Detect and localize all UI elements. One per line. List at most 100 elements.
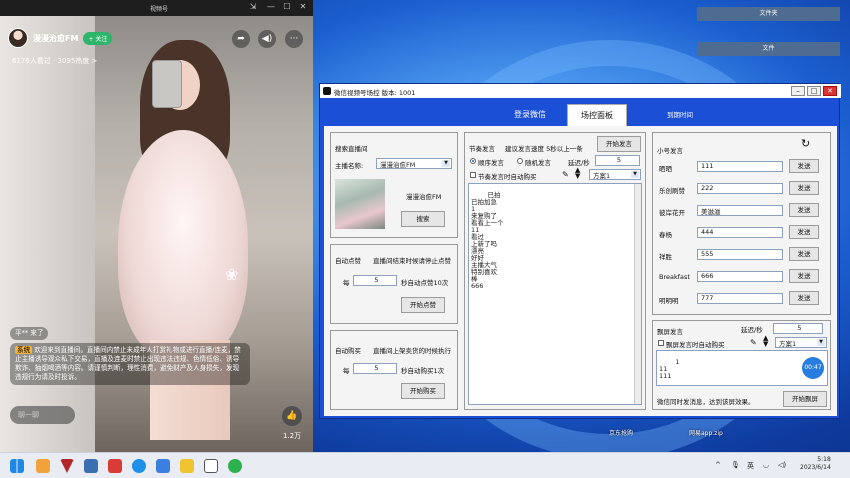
reorder-icon[interactable]: ▲ ▼: [575, 167, 580, 180]
reorder-icon[interactable]: ▲ ▼: [763, 335, 768, 348]
tool-close-button[interactable]: ✕: [823, 86, 837, 96]
danmu-delay-input[interactable]: 5: [773, 323, 823, 334]
file-explorer-icon[interactable]: [36, 459, 50, 473]
account-message-input[interactable]: 111: [697, 161, 783, 172]
like-icon[interactable]: 👍: [282, 406, 302, 426]
tool-maximize-button[interactable]: □: [807, 86, 821, 96]
app-icon: [323, 87, 331, 95]
chat-notice-text: 欢迎来到直播间。直播间内禁止未成年人打赏礼物或进行直播/连麦，禁止主播诱导观众私…: [15, 346, 241, 381]
auto-like-interval-input[interactable]: 5: [353, 275, 397, 286]
system-clock[interactable]: 5:18 2023/6/14: [800, 456, 831, 472]
host-name-select[interactable]: 漫漫治愈FM ▼: [376, 158, 452, 169]
media-icon[interactable]: [84, 459, 98, 473]
volume-tray-icon[interactable]: ◁): [778, 461, 786, 469]
tab-expiry[interactable]: 到期时间: [650, 104, 710, 126]
host-name[interactable]: 漫漫治愈FM: [33, 33, 78, 44]
host-name-value: 漫漫治愈FM: [380, 161, 416, 169]
send-button[interactable]: 发送: [789, 181, 819, 195]
danmu-auto-buy-checkbox[interactable]: [658, 340, 664, 346]
auto-buy-hint: 直播间上架卖货的时候执行: [373, 347, 451, 355]
host-thumbnail: [335, 179, 385, 229]
danmu-title: 飘屏发言: [657, 328, 683, 336]
auto-buy-group: 自动购买 直播间上架卖货的时候执行 每 5 秒自动购买1次 开始购买: [330, 330, 458, 410]
rhythm-plan-select[interactable]: 方案1 ▼: [589, 169, 641, 180]
maximize-button[interactable]: ☐: [280, 2, 294, 14]
send-button[interactable]: 发送: [789, 159, 819, 173]
auto-like-unit: 秒自动点赞10次: [401, 279, 449, 287]
start-like-button[interactable]: 开始点赞: [401, 297, 445, 313]
comment-input[interactable]: 聊一聊: [10, 406, 75, 424]
danmu-plan-select[interactable]: 方案1 ▼: [775, 337, 827, 348]
sequential-radio[interactable]: [470, 158, 476, 164]
edit-icon[interactable]: ✎: [562, 170, 569, 179]
wps-icon[interactable]: [60, 459, 74, 473]
auto-buy-every: 每: [343, 367, 350, 375]
microphone-icon[interactable]: 🎙: [731, 461, 740, 469]
rhythm-auto-buy-label: 节奏发言时自动购买: [478, 173, 537, 181]
chevron-down-icon: ▼: [442, 160, 450, 167]
desktop-file-button[interactable]: 文件: [697, 42, 840, 56]
desktop-icon-jd[interactable]: 京东抢购: [609, 428, 633, 437]
chat-join-message: 平** 来了: [10, 327, 49, 340]
live-window-titlebar: 视频号 ⇲ — ☐ ✕: [0, 0, 313, 16]
send-button[interactable]: 发送: [789, 291, 819, 305]
pin-icon[interactable]: ⇲: [246, 2, 260, 14]
office-icon[interactable]: [108, 459, 122, 473]
send-button[interactable]: 发送: [789, 247, 819, 261]
browser-icon[interactable]: [132, 459, 146, 473]
wifi-icon[interactable]: ◡: [763, 461, 769, 469]
rhythm-auto-buy-checkbox[interactable]: [470, 172, 476, 178]
account-message-input[interactable]: 美滋滋: [697, 205, 783, 216]
account-message-input[interactable]: 555: [697, 249, 783, 260]
desktop-icon-zip[interactable]: 网易app.zip: [689, 428, 723, 437]
rhythm-delay-input[interactable]: 5: [595, 155, 640, 166]
chevron-down-icon: ▼: [631, 171, 639, 178]
edit-icon[interactable]: ✎: [750, 338, 757, 347]
auto-like-title: 自动点赞: [335, 257, 361, 265]
app-icon[interactable]: [156, 459, 170, 473]
minimize-button[interactable]: —: [264, 2, 278, 14]
random-radio[interactable]: [517, 158, 523, 164]
folder-icon[interactable]: [180, 459, 194, 473]
windows-start-icon[interactable]: [10, 459, 24, 473]
danmu-hint: 微信同时发消息，达到该屏效果。: [657, 398, 755, 406]
start-danmu-button[interactable]: 开始飘屏: [783, 391, 827, 407]
search-button[interactable]: 搜索: [401, 211, 445, 227]
tray-expand-icon[interactable]: ^: [715, 461, 721, 469]
account-message-input[interactable]: 666: [697, 271, 783, 282]
tab-control-panel[interactable]: 场控面板: [567, 104, 627, 126]
viewer-count[interactable]: 6176人看过 · 3095热度 >: [12, 56, 97, 66]
desktop-folder-button[interactable]: 文件夹: [697, 7, 840, 21]
rhythm-scrollbar[interactable]: [634, 184, 641, 404]
send-button[interactable]: 发送: [789, 269, 819, 283]
account-name: 彼岸花开: [659, 209, 685, 217]
account-message-input[interactable]: 222: [697, 183, 783, 194]
live-stream-window: 视频号 ⇲ — ☐ ✕ ❀ 漫漫治愈FM + 关注 6176人看过 · 3095…: [0, 0, 313, 452]
recording-timer[interactable]: 00:47: [802, 357, 824, 379]
refresh-icon[interactable]: ↻: [801, 137, 810, 150]
follow-button[interactable]: + 关注: [83, 31, 113, 45]
host-display-name: 漫漫治愈FM: [406, 193, 442, 201]
send-button[interactable]: 发送: [789, 203, 819, 217]
auto-like-every: 每: [343, 279, 350, 287]
close-button[interactable]: ✕: [296, 2, 310, 14]
volume-icon[interactable]: ◀): [258, 30, 276, 48]
panda-icon[interactable]: [204, 459, 218, 473]
auto-buy-interval-input[interactable]: 5: [353, 363, 397, 374]
auto-buy-unit: 秒自动购买1次: [401, 367, 445, 375]
more-icon[interactable]: ···: [285, 30, 303, 48]
start-buy-button[interactable]: 开始购买: [401, 383, 445, 399]
send-button[interactable]: 发送: [789, 225, 819, 239]
share-icon[interactable]: ➦: [232, 30, 250, 48]
host-avatar[interactable]: [8, 28, 28, 48]
wechat-icon[interactable]: [228, 459, 242, 473]
rhythm-messages-textarea[interactable]: 已拍 已拍加急 1 来复购了 看看上一个 11 看过 上新了吗 漂亮 好好 主播…: [468, 183, 642, 405]
start-speech-button[interactable]: 开始发言: [597, 136, 641, 152]
rhythm-title: 节奏发言: [469, 145, 495, 153]
language-indicator[interactable]: 英: [747, 461, 754, 471]
tool-minimize-button[interactable]: –: [791, 86, 805, 96]
tab-login-wechat[interactable]: 登录微信: [500, 104, 560, 126]
account-message-input[interactable]: 777: [697, 293, 783, 304]
account-message-input[interactable]: 444: [697, 227, 783, 238]
auto-like-group: 自动点赞 直播间结束时候请停止点赞 每 5 秒自动点赞10次 开始点赞: [330, 244, 458, 324]
